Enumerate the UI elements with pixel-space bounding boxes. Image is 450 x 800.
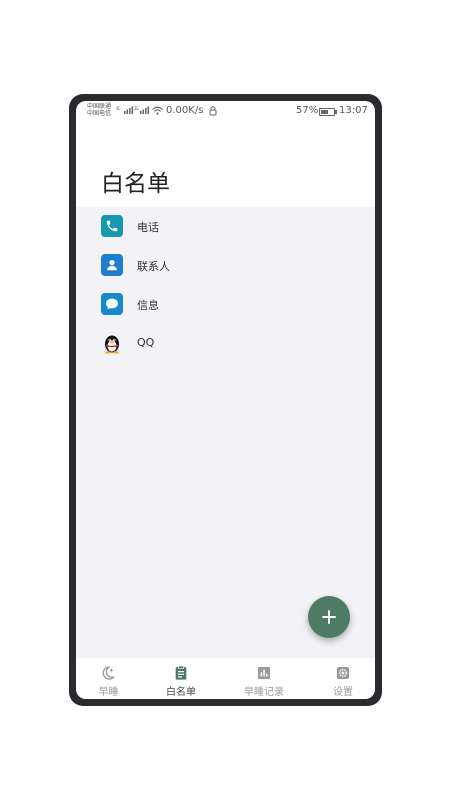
nav-tab-sleep-record[interactable]: 早睡记录 — [226, 658, 302, 699]
nav-tab-whitelist[interactable]: 白名单 — [151, 658, 211, 699]
list-item-phone[interactable]: 电话 — [76, 207, 375, 246]
page-header: 白名单 — [76, 121, 375, 207]
nav-tab-sleep[interactable]: 早睡 — [76, 658, 141, 699]
page-title: 白名单 — [101, 171, 170, 197]
phone-frame: 中国联通 中国电信 4G 2G 0.00K/s 57% 13:07 白名单 电话… — [69, 94, 382, 706]
list-item-qq[interactable]: QQ — [76, 324, 375, 363]
battery-percent: 57% — [296, 105, 319, 116]
add-app-button[interactable] — [308, 596, 350, 638]
phone-icon — [101, 215, 123, 237]
status-bar: 中国联通 中国电信 4G 2G 0.00K/s 57% 13:07 — [76, 101, 375, 121]
signal-1-label: 4G — [116, 106, 121, 111]
whitelist-list: 电话 联系人 信息 QQ — [76, 207, 375, 363]
nav-tab-settings[interactable]: 设置 — [311, 658, 375, 699]
message-icon — [101, 293, 123, 315]
carrier-2: 中国电信 — [87, 110, 112, 117]
app-screen: 中国联通 中国电信 4G 2G 0.00K/s 57% 13:07 白名单 电话… — [76, 101, 375, 699]
list-item-label: QQ — [137, 336, 155, 349]
signal-2-label: 2G — [134, 106, 139, 111]
contacts-icon — [101, 254, 123, 276]
bottom-nav: 早睡 白名单 早睡记录 设置 — [76, 657, 375, 699]
wifi-icon — [152, 106, 163, 115]
bar-chart-icon — [258, 667, 270, 679]
plus-icon — [322, 610, 336, 624]
gear-icon — [337, 667, 349, 679]
list-item-contacts[interactable]: 联系人 — [76, 246, 375, 285]
list-item-label: 电话 — [137, 221, 159, 234]
carrier-names: 中国联通 中国电信 — [87, 103, 111, 117]
list-item-message[interactable]: 信息 — [76, 285, 375, 324]
network-speed: 0.00K/s — [166, 105, 204, 116]
nav-label: 设置 — [333, 687, 353, 698]
lock-icon — [209, 106, 217, 116]
status-time: 13:07 — [339, 105, 368, 116]
list-item-label: 联系人 — [137, 260, 170, 273]
nav-label: 早睡记录 — [244, 687, 284, 698]
nav-label: 白名单 — [166, 687, 196, 698]
qq-icon — [101, 332, 123, 354]
carrier-1: 中国联通 — [87, 103, 112, 110]
signal-icon-2: 2G — [134, 106, 149, 114]
list-item-label: 信息 — [137, 299, 159, 312]
clipboard-icon — [175, 665, 187, 680]
battery-icon — [319, 108, 337, 116]
nav-label: 早睡 — [98, 687, 119, 698]
moon-icon — [102, 666, 115, 680]
